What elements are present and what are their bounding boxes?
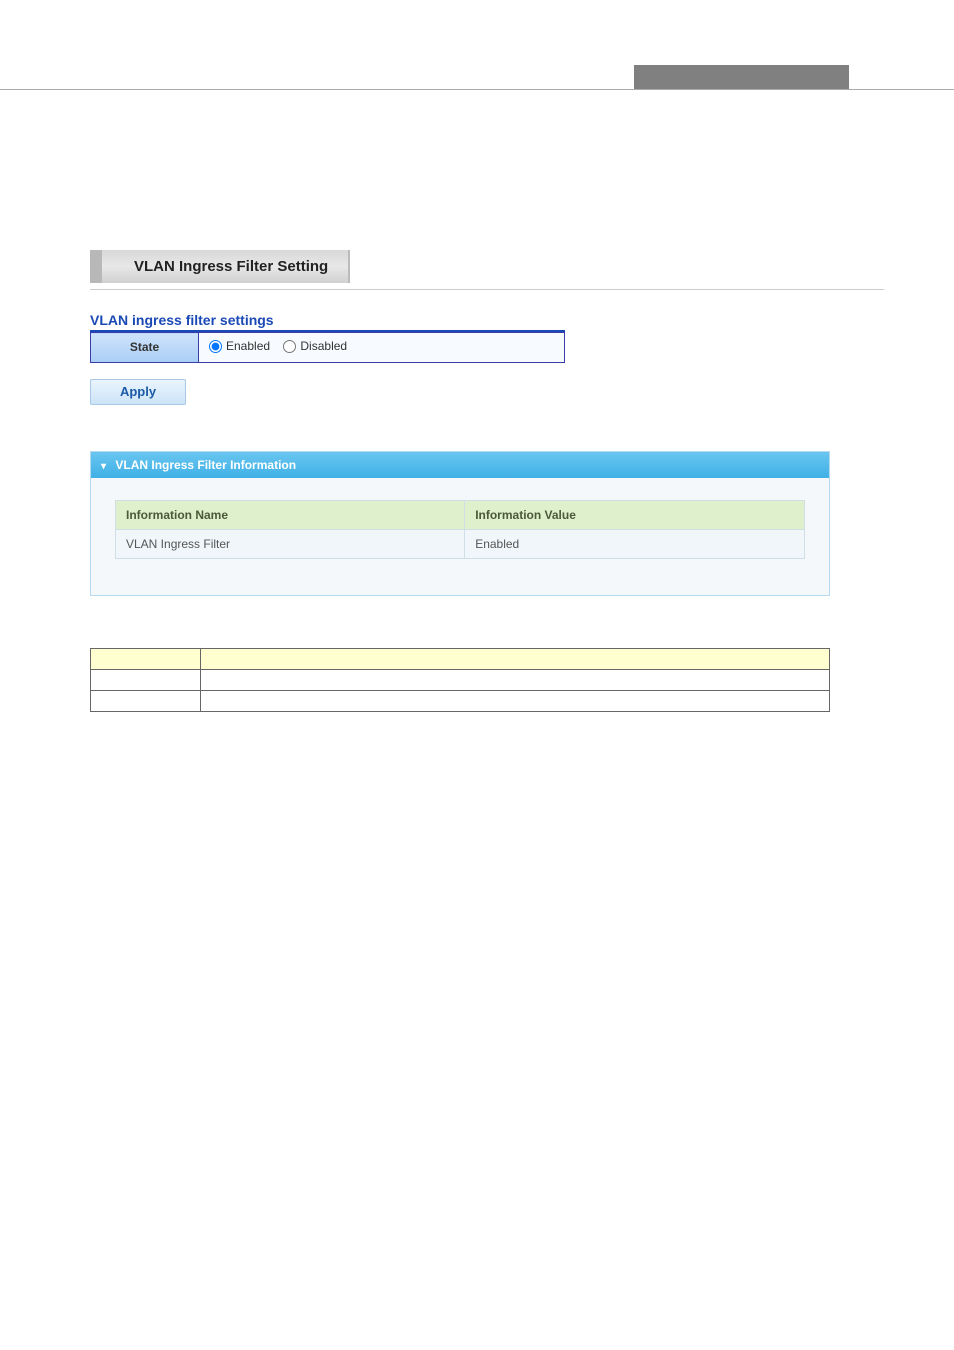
top-gray-block: [634, 65, 849, 89]
desc-header-2: [201, 648, 830, 669]
state-enabled-radio[interactable]: [209, 340, 222, 353]
state-label: State: [91, 333, 199, 363]
info-panel-title: VLAN Ingress Filter Information: [115, 458, 296, 472]
settings-table: State Enabled Disabled: [90, 332, 565, 363]
description-table: [90, 648, 830, 712]
desc-cell: [201, 669, 830, 690]
table-row: VLAN Ingress Filter Enabled: [116, 529, 805, 558]
table-row: [91, 690, 830, 711]
desc-cell: [91, 669, 201, 690]
state-enabled-label: Enabled: [226, 339, 270, 353]
desc-header-1: [91, 648, 201, 669]
caret-down-icon: ▾: [101, 461, 106, 472]
state-enabled-option[interactable]: Enabled: [209, 339, 270, 353]
state-value-cell: Enabled Disabled: [199, 333, 565, 363]
info-col-name: Information Name: [116, 500, 465, 529]
state-disabled-label: Disabled: [300, 339, 347, 353]
info-panel-header[interactable]: ▾ VLAN Ingress Filter Information: [91, 452, 829, 478]
table-row: [91, 669, 830, 690]
section-title: VLAN Ingress Filter Setting: [90, 250, 350, 283]
desc-cell: [201, 690, 830, 711]
desc-cell: [91, 690, 201, 711]
info-table: Information Name Information Value VLAN …: [115, 500, 805, 559]
info-col-value: Information Value: [465, 500, 805, 529]
settings-heading: VLAN ingress filter settings: [90, 312, 565, 332]
state-disabled-option[interactable]: Disabled: [283, 339, 347, 353]
info-row-value: Enabled: [465, 529, 805, 558]
info-row-name: VLAN Ingress Filter: [116, 529, 465, 558]
section-title-wrap: VLAN Ingress Filter Setting: [90, 250, 884, 290]
info-panel: ▾ VLAN Ingress Filter Information Inform…: [90, 451, 830, 596]
apply-button[interactable]: Apply: [90, 379, 186, 405]
state-disabled-radio[interactable]: [283, 340, 296, 353]
